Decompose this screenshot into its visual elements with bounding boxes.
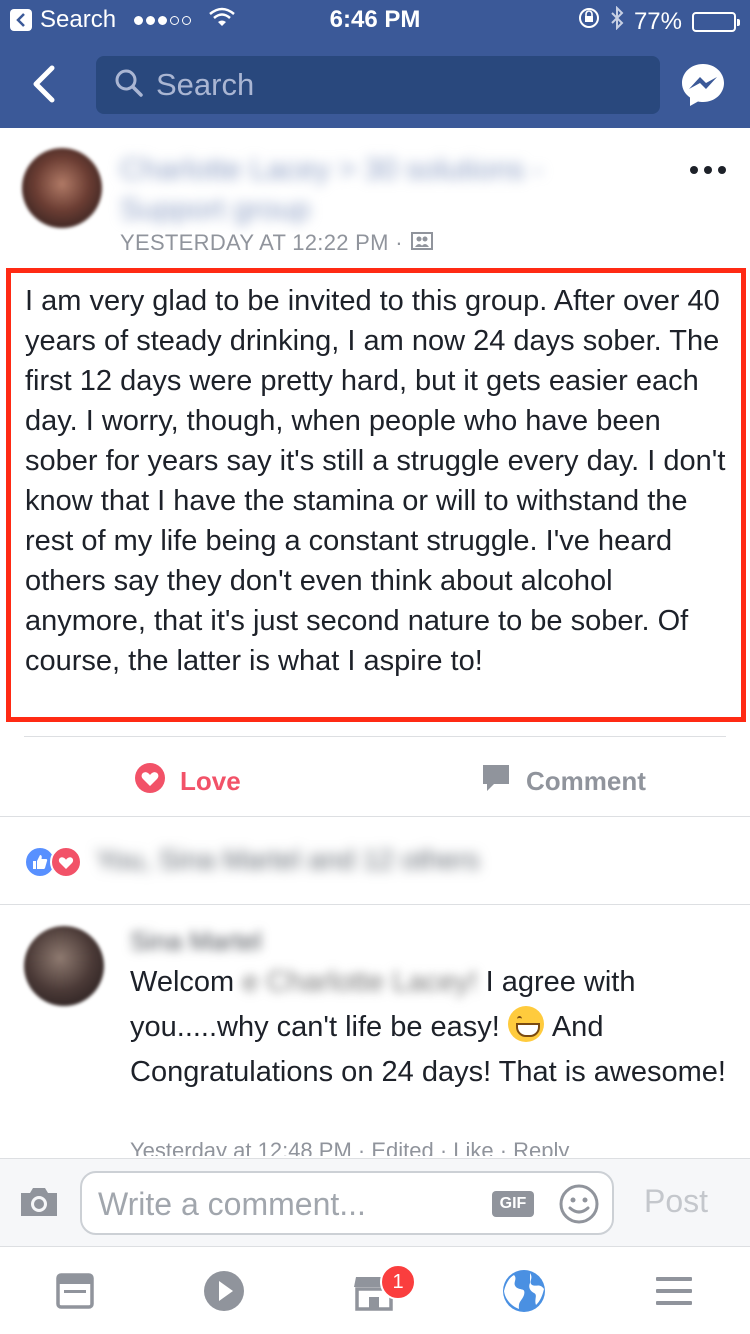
divider (0, 816, 750, 817)
reactions-summary[interactable]: You, Sina Martel and 12 others (0, 818, 750, 904)
news-feed-icon[interactable] (52, 1267, 100, 1315)
love-button[interactable]: Love (134, 762, 241, 801)
search-input[interactable]: Search (96, 56, 660, 114)
more-icon[interactable] (690, 166, 726, 174)
post-time-text: YESTERDAY AT 12:22 PM · (120, 230, 403, 255)
notifications-badge: 1 (380, 1264, 416, 1300)
status-right: 77% (578, 5, 740, 37)
back-arrow-icon[interactable] (28, 64, 62, 104)
smiley-icon[interactable] (558, 1183, 600, 1225)
post-author[interactable]: Charlotte Lacey > 30 solutions - Support… (120, 150, 640, 230)
reaction-icons (24, 846, 90, 878)
tab-bar: 1 (0, 1246, 750, 1334)
gif-button[interactable]: GIF (492, 1191, 534, 1217)
commenter-avatar[interactable] (24, 926, 104, 1006)
post-actions: Love Comment (0, 740, 750, 816)
grinning-emoji-icon (507, 1006, 544, 1042)
divider (0, 904, 750, 905)
battery-icon (692, 11, 740, 32)
messenger-icon[interactable] (680, 62, 726, 108)
post-timestamp: YESTERDAY AT 12:22 PM · (120, 230, 433, 256)
comment-label: Comment (526, 766, 646, 796)
heart-icon (134, 762, 166, 801)
search-placeholder: Search (156, 67, 255, 102)
author-avatar[interactable] (22, 148, 102, 228)
love-label: Love (180, 766, 241, 796)
comment-composer: Write a comment... GIF Post (0, 1158, 750, 1246)
globe-icon[interactable] (500, 1267, 548, 1315)
comment-item: Sina Martel Welcom e Charlotte Lacey! I ag… (0, 906, 750, 1156)
love-reaction-icon (50, 846, 82, 878)
camera-icon[interactable] (18, 1185, 60, 1219)
comment-meta: Yesterday at 12:48 PM · Edited · Like · … (130, 1138, 570, 1156)
divider (24, 736, 726, 737)
commenter-name[interactable]: Sina Martel (130, 926, 262, 957)
battery-percent: 77% (633, 7, 682, 35)
comment-mention[interactable]: e Charlotte Lacey! (242, 960, 477, 1005)
nav-bar: Search (0, 40, 750, 128)
comment-placeholder: Write a comment... (98, 1186, 366, 1222)
status-bar: Search 6:46 PM 77% (0, 0, 750, 40)
comment-text: Welcom e Charlotte Lacey! I agree with you… (130, 960, 730, 1095)
comment-icon (480, 762, 512, 801)
post-header: Charlotte Lacey > 30 solutions - Support… (0, 128, 750, 268)
reactions-text: You, Sina Martel and 12 others (96, 844, 480, 875)
comment-input[interactable]: Write a comment... GIF (80, 1171, 614, 1235)
search-icon (114, 68, 144, 103)
bluetooth-icon (610, 5, 624, 37)
comment-text-part1: Welcom (130, 966, 235, 998)
comment-button[interactable]: Comment (480, 762, 646, 801)
menu-icon[interactable] (650, 1267, 698, 1315)
group-audience-icon (410, 230, 433, 256)
post-button[interactable]: Post (644, 1183, 708, 1220)
post-text: I am very glad to be invited to this gro… (25, 285, 726, 677)
rotation-lock-icon (578, 7, 600, 36)
post-body-highlight: I am very glad to be invited to this gro… (6, 268, 746, 722)
video-icon[interactable] (200, 1267, 248, 1315)
